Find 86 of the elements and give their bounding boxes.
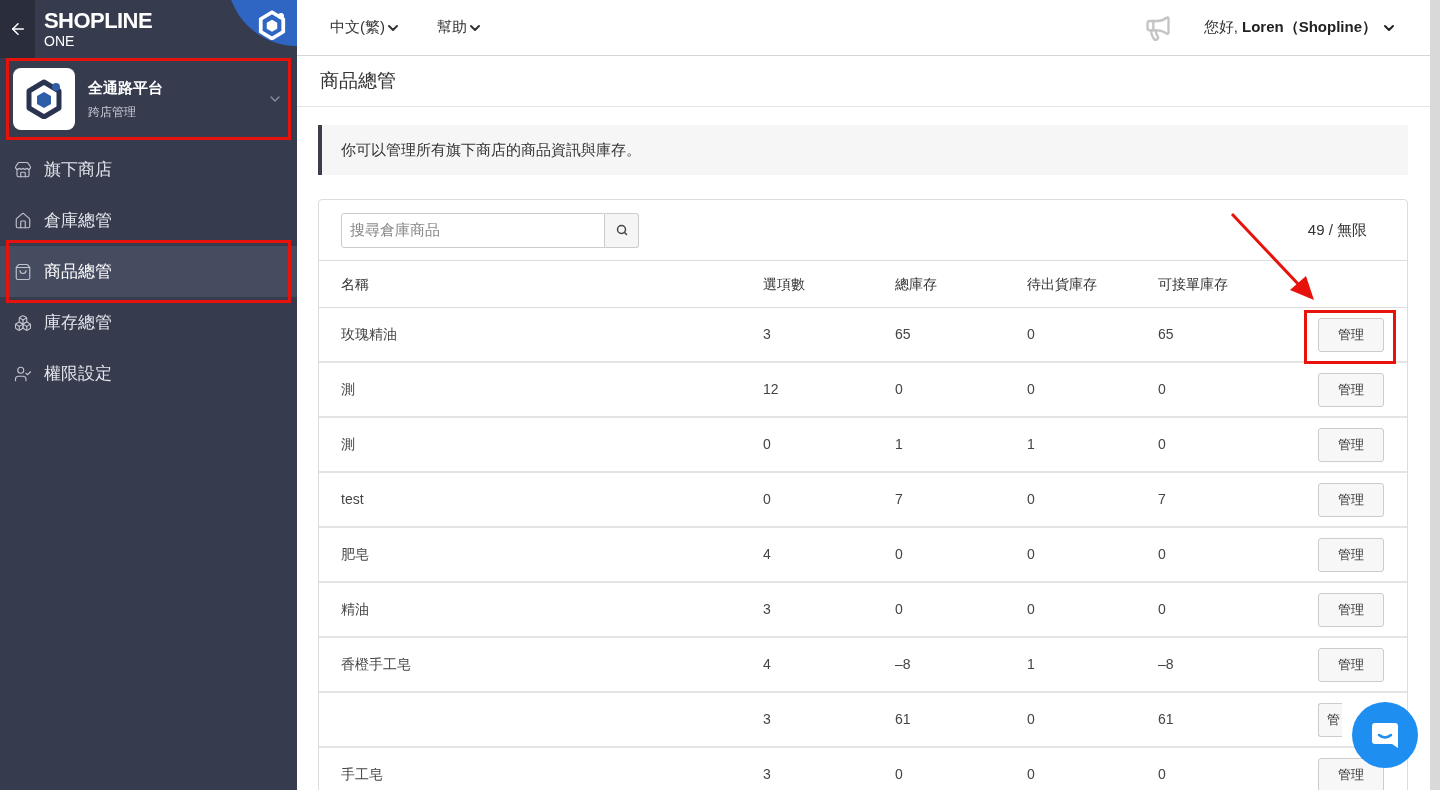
table-cell-text: 0 <box>1027 325 1035 344</box>
table-cell-text: 0 <box>895 545 903 564</box>
table-cell-text: –8 <box>1158 655 1174 674</box>
table-cell-text: 65 <box>1158 325 1174 344</box>
manage-button[interactable]: 管理 <box>1318 757 1384 790</box>
sidebar-item[interactable]: 庫存總管 <box>0 297 297 348</box>
platform-subtitle: 跨店管理 <box>88 103 136 121</box>
table-cell-text: 0 <box>1027 600 1035 619</box>
table-cell-text: 0 <box>895 600 903 619</box>
table-cell-text: test <box>341 490 364 509</box>
sidebar-item[interactable]: 旗下商店 <box>0 144 297 195</box>
table-cell-text: 7 <box>895 490 903 509</box>
column-header: 總庫存 <box>895 274 937 294</box>
table-cell-text: 0 <box>1027 380 1035 399</box>
bag-icon <box>14 262 32 281</box>
table-cell-text: 0 <box>1158 600 1166 619</box>
table-cell-text: 0 <box>1027 765 1035 784</box>
table-cell-text: 3 <box>763 325 771 344</box>
table-cell-text: 0 <box>895 765 903 784</box>
boxes-icon <box>14 313 32 332</box>
cube-logo-icon <box>257 10 287 40</box>
manage-button[interactable]: 管理 <box>1318 537 1384 572</box>
menu-dropdown[interactable]: 幫助 <box>437 16 483 39</box>
table-cell-text: 0 <box>1027 490 1035 509</box>
table-cell-text: 1 <box>895 435 903 454</box>
manage-button[interactable]: 管 <box>1318 702 1342 737</box>
column-header: 可接單庫存 <box>1158 274 1228 294</box>
table-cell-text: 0 <box>1158 380 1166 399</box>
page-title: 商品總管 <box>320 68 396 93</box>
greeting-text: 您好, <box>1203 17 1238 38</box>
back-button[interactable] <box>0 0 35 58</box>
table-cell-text: 3 <box>763 600 771 619</box>
table-cell-text: 0 <box>1027 710 1035 729</box>
manage-button[interactable]: 管理 <box>1318 647 1384 682</box>
table-cell-text: 香橙手工皂 <box>341 655 411 674</box>
brand-logo-text: SHOPLINE <box>44 10 153 32</box>
cube-logo-icon <box>24 79 64 119</box>
table-cell-text: 0 <box>1158 435 1166 454</box>
chat-icon <box>1370 720 1400 750</box>
manage-button[interactable]: 管理 <box>1318 427 1384 462</box>
notice-text: 你可以管理所有旗下商店的商品資訊與庫存。 <box>341 139 641 160</box>
store-icon <box>14 160 32 179</box>
brand-sub-text: ONE <box>44 34 76 48</box>
table-cell-text: –8 <box>895 655 911 674</box>
quota-text: 49 / 無限 <box>1307 219 1367 240</box>
table-cell-text: 65 <box>895 325 911 344</box>
table-cell-text: 精油 <box>341 600 369 619</box>
table-cell-text: 肥皂 <box>341 545 369 564</box>
table-cell-text: 手工皂 <box>341 765 383 784</box>
table-cell-text: 61 <box>895 710 911 729</box>
sidebar-item[interactable]: 商品總管 <box>0 246 297 297</box>
table-cell-text: 3 <box>763 710 771 729</box>
table-cell-text: 玫瑰精油 <box>341 325 397 344</box>
manage-button[interactable]: 管理 <box>1318 372 1384 407</box>
column-header: 選項數 <box>763 274 805 294</box>
menu-dropdown[interactable]: 中文(繁) <box>330 16 401 39</box>
table-cell-text: 4 <box>763 545 771 564</box>
manage-button[interactable]: 管理 <box>1318 317 1384 352</box>
table-cell-text: 4 <box>763 655 771 674</box>
search-icon <box>615 224 628 236</box>
column-header: 待出貨庫存 <box>1027 274 1097 294</box>
table-cell-text: 0 <box>1158 545 1166 564</box>
platform-title: 全通路平台 <box>88 78 163 99</box>
table-cell-text: 0 <box>1027 545 1035 564</box>
table-cell-text: 1 <box>1027 655 1035 674</box>
sidebar-item[interactable]: 倉庫總管 <box>0 195 297 246</box>
user-check-icon <box>14 364 32 383</box>
manage-button[interactable]: 管理 <box>1318 592 1384 627</box>
house-icon <box>14 211 32 230</box>
table-cell-text: 測 <box>341 435 355 454</box>
table-cell-text: 61 <box>1158 710 1174 729</box>
table-cell-text: 0 <box>1158 765 1166 784</box>
table-cell-text: 12 <box>763 380 779 399</box>
table-cell-text: 7 <box>1158 490 1166 509</box>
search-button[interactable] <box>605 212 639 248</box>
column-header: 名稱 <box>341 274 369 294</box>
table-cell-text: 1 <box>1027 435 1035 454</box>
sidebar-item[interactable]: 權限設定 <box>0 348 297 399</box>
table-cell-text: 測 <box>341 380 355 399</box>
user-menu[interactable]: Loren（Shopline） <box>1242 16 1397 39</box>
table-cell-text: 0 <box>763 435 771 454</box>
table-cell-text: 0 <box>895 380 903 399</box>
table-cell-text: 0 <box>763 490 771 509</box>
table-cell-text: 3 <box>763 765 771 784</box>
manage-button[interactable]: 管理 <box>1318 482 1384 517</box>
search-field[interactable]: 搜尋倉庫商品 <box>341 212 605 248</box>
